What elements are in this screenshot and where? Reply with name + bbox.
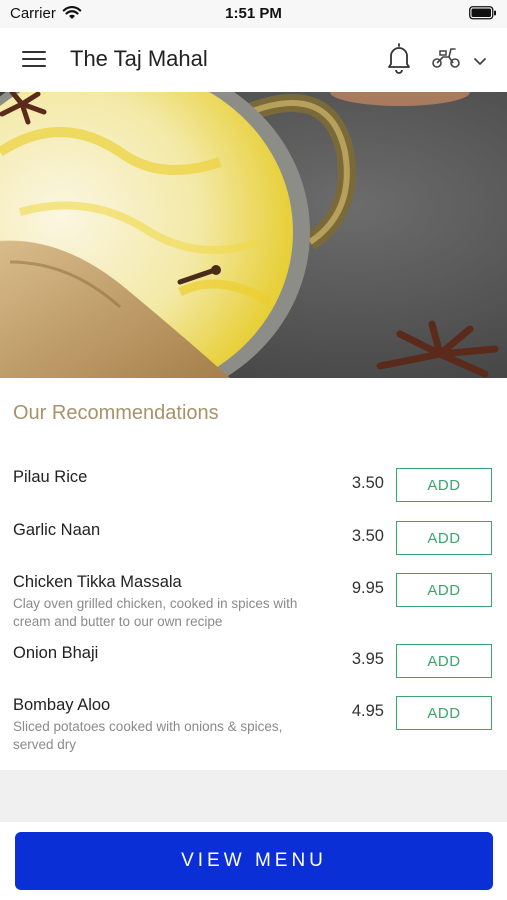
menu-item-name: Garlic Naan <box>13 521 101 539</box>
footer: VIEW MENU <box>0 822 507 900</box>
menu-item-price: 3.95 <box>351 650 384 668</box>
restaurant-title: The Taj Mahal <box>70 46 208 71</box>
hamburger-menu-icon[interactable] <box>22 49 48 71</box>
hero-food-image <box>0 92 507 378</box>
menu-item-name: Bombay Aloo <box>13 696 111 714</box>
menu-item-price: 3.50 <box>351 474 384 492</box>
app-header: The Taj Mahal <box>0 28 507 92</box>
menu-item-price: 3.50 <box>351 527 384 545</box>
menu-item-price: 4.95 <box>351 702 384 720</box>
menu-item-name: Pilau Rice <box>13 468 88 486</box>
bell-icon[interactable] <box>386 42 412 79</box>
battery-icon <box>469 6 497 25</box>
add-button[interactable]: ADD <box>396 573 492 607</box>
add-button[interactable]: ADD <box>396 468 492 502</box>
view-menu-button[interactable]: VIEW MENU <box>15 832 493 890</box>
menu-item-description: Sliced potatoes cooked with onions & spi… <box>13 719 283 752</box>
chevron-down-icon[interactable] <box>473 54 487 72</box>
menu-item-name: Chicken Tikka Massala <box>13 573 182 591</box>
menu-item-price: 9.95 <box>351 579 384 597</box>
section-divider <box>0 770 507 822</box>
status-bar: Carrier 1:51 PM <box>0 0 507 28</box>
add-button[interactable]: ADD <box>396 644 492 678</box>
add-button[interactable]: ADD <box>396 696 492 730</box>
recommendations-section: Our Recommendations Pilau Rice 3.50 ADD … <box>0 378 507 770</box>
status-time: 1:51 PM <box>225 5 282 22</box>
recommendations-title: Our Recommendations <box>13 402 219 424</box>
menu-item-name: Onion Bhaji <box>13 644 99 662</box>
scooter-icon[interactable] <box>431 45 461 74</box>
menu-item-description: Clay oven grilled chicken, cooked in spi… <box>13 596 298 629</box>
add-button[interactable]: ADD <box>396 521 492 555</box>
